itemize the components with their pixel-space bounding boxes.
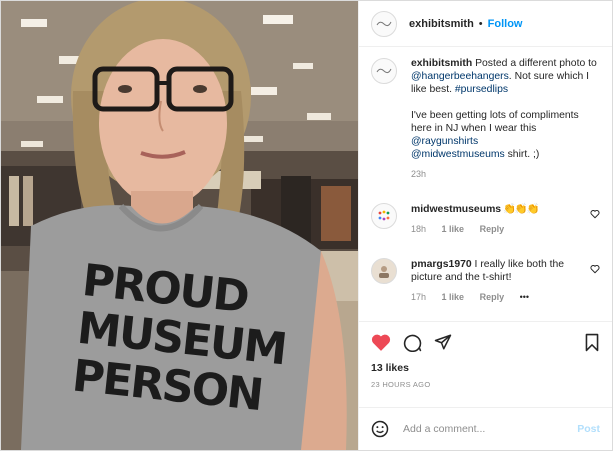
caption-text: I've been getting lots of compliments he…	[411, 110, 579, 134]
comment-text: pmargs1970 I really like both the pictur…	[411, 258, 591, 284]
post-actions: 13 likes 23 HOURS AGO	[359, 321, 612, 407]
post-photo[interactable]: PROUD MUSEUM PERSON	[1, 1, 358, 450]
author-avatar[interactable]	[371, 10, 397, 37]
comment-bubble-icon[interactable]	[403, 333, 422, 352]
caption-text: shirt. ;)	[504, 149, 540, 160]
caption-paragraph-2: I've been getting lots of compliments he…	[411, 109, 600, 161]
commenter-avatar[interactable]	[371, 203, 397, 229]
paper-plane-icon[interactable]	[434, 333, 452, 351]
caption-meta: 23h	[411, 169, 600, 179]
hashtag-link[interactable]: #pursedlips	[455, 84, 508, 95]
reply-button[interactable]: Reply	[480, 224, 505, 234]
commenter-avatar[interactable]	[371, 258, 397, 284]
comment-time[interactable]: 17h	[411, 292, 426, 302]
comment-likes[interactable]: 1 like	[442, 224, 465, 234]
post-comment-button[interactable]: Post	[577, 423, 600, 435]
more-options-icon[interactable]: •••	[520, 292, 529, 302]
comments-list[interactable]: exhibitsmith Posted a different photo to…	[359, 47, 612, 321]
post-timestamp[interactable]: 23 HOURS AGO	[371, 380, 600, 389]
caption-avatar[interactable]	[371, 58, 397, 84]
header-separator: •	[478, 17, 483, 30]
smiley-icon[interactable]	[371, 420, 389, 438]
comment-item: midwestmuseums 👏👏👏 18h 1 like Reply	[371, 203, 600, 234]
caption-time[interactable]: 23h	[411, 169, 426, 179]
comment-composer: Post	[359, 407, 612, 450]
caption-text: Posted a different photo to	[472, 58, 597, 69]
mention-link[interactable]: @hangerbeehangers	[411, 71, 509, 82]
bookmark-icon[interactable]	[584, 333, 600, 352]
mention-link[interactable]: @midwestmuseums	[411, 149, 505, 160]
post-details-panel: exhibitsmith • Follow exhibitsmith Poste…	[358, 1, 612, 450]
mention-link[interactable]: @raygunshirts	[411, 136, 478, 147]
post-header: exhibitsmith • Follow	[359, 1, 612, 47]
heart-outline-icon[interactable]	[590, 209, 600, 219]
heart-outline-icon[interactable]	[590, 264, 600, 274]
comment-username[interactable]: pmargs1970	[411, 259, 472, 270]
comment-item: pmargs1970 I really like both the pictur…	[371, 258, 600, 302]
reply-button[interactable]: Reply	[480, 292, 505, 302]
comment-likes[interactable]: 1 like	[442, 292, 465, 302]
post-modal: PROUD MUSEUM PERSON exhibitsmith • Follo…	[0, 0, 613, 451]
follow-button[interactable]: Follow	[488, 18, 523, 30]
action-icons	[371, 332, 600, 352]
author-username[interactable]: exhibitsmith	[409, 18, 474, 30]
comment-meta: 17h 1 like Reply •••	[411, 292, 591, 302]
shirt-print: PROUD MUSEUM PERSON	[70, 255, 344, 427]
comment-text: midwestmuseums 👏👏👏	[411, 203, 591, 216]
caption-paragraph-1: exhibitsmith Posted a different photo to…	[411, 57, 600, 96]
comment-time[interactable]: 18h	[411, 224, 426, 234]
comment-body: 👏👏👏	[501, 204, 540, 215]
likes-count[interactable]: 13 likes	[371, 362, 600, 374]
comment-meta: 18h 1 like Reply	[411, 224, 591, 234]
post-caption: exhibitsmith Posted a different photo to…	[371, 57, 600, 179]
comment-username[interactable]: midwestmuseums	[411, 204, 501, 215]
comment-input[interactable]	[401, 422, 578, 436]
caption-username[interactable]: exhibitsmith	[411, 58, 472, 69]
heart-filled-icon[interactable]	[371, 333, 391, 352]
